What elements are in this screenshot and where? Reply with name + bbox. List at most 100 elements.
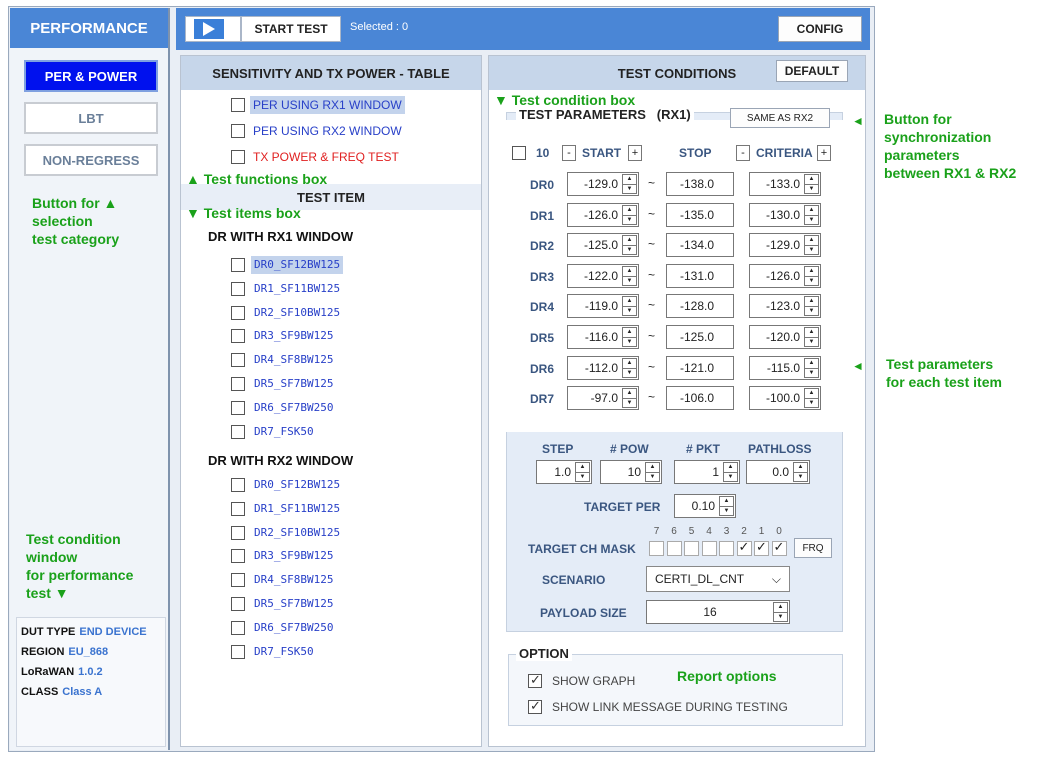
test-item[interactable]: DR1_SF11BW125	[251, 500, 343, 518]
test-item-checkbox[interactable]	[231, 525, 245, 540]
test-item-checkbox[interactable]	[231, 644, 245, 659]
test-item[interactable]: DR3_SF9BW125	[251, 327, 336, 345]
test-item-checkbox[interactable]	[231, 281, 245, 296]
test-item[interactable]: DR5_SF7BW125	[251, 595, 336, 613]
test-item-checkbox[interactable]	[231, 549, 245, 564]
pathloss-input[interactable]: 0.0 ▲ ▼	[746, 460, 810, 484]
test-item[interactable]: DR6_SF7BW250	[251, 399, 336, 417]
test-item[interactable]: DR4_SF8BW125	[251, 351, 336, 369]
test-item-checkbox[interactable]	[231, 573, 245, 588]
target-per-input[interactable]: 0.10 ▲ ▼	[674, 494, 736, 518]
value: -97.0	[590, 391, 618, 406]
start-input[interactable]: -126.0 ▲ ▼	[567, 202, 639, 227]
criteria-input[interactable]: -129.0 ▲ ▼	[749, 233, 821, 258]
criteria-input[interactable]: -130.0 ▲ ▼	[749, 202, 821, 227]
config-button[interactable]: CONFIG	[778, 16, 862, 42]
criteria-input[interactable]: -115.0 ▲ ▼	[749, 355, 821, 380]
start-test-button[interactable]: START TEST	[241, 16, 341, 42]
scenario-select[interactable]: CERTI_DL_CNT ⌵	[646, 566, 790, 592]
test-item[interactable]: DR1_SF11BW125	[251, 280, 343, 298]
category-non-regress-button[interactable]: NON-REGRESS	[24, 144, 158, 176]
criteria-minus-button[interactable]: -	[736, 145, 750, 161]
stop-input[interactable]: -131.0	[666, 263, 734, 288]
mask-bit-checkbox[interactable]	[719, 541, 734, 556]
same-as-rx2-button[interactable]: SAME AS RX2	[730, 108, 830, 128]
start-input[interactable]: -125.0 ▲ ▼	[567, 233, 639, 258]
start-input[interactable]: -112.0 ▲ ▼	[567, 355, 639, 380]
test-item-checkbox[interactable]	[231, 377, 245, 391]
pow-input[interactable]: 10 ▲ ▼	[600, 460, 662, 484]
start-input[interactable]: -97.0 ▲ ▼	[567, 386, 639, 411]
mask-bit-checkbox[interactable]	[736, 539, 752, 556]
play-button[interactable]	[185, 16, 241, 42]
stop-input[interactable]: -106.0	[666, 386, 734, 411]
test-item[interactable]: DR6_SF7BW250	[251, 619, 336, 637]
test-item[interactable]: DR7_FSK50	[251, 643, 317, 661]
test-item[interactable]: DR7_FSK50	[251, 423, 317, 441]
test-item[interactable]: DR2_SF10BW125	[251, 524, 343, 542]
test-item[interactable]: DR3_SF9BW125	[251, 547, 336, 565]
test-item-checkbox[interactable]	[231, 424, 245, 439]
mask-bit-checkbox[interactable]	[771, 539, 787, 556]
function-per-rx2[interactable]: PER USING RX2 WINDOW	[250, 122, 405, 140]
mask-bit-checkbox[interactable]	[754, 539, 769, 556]
dr-label: DR1	[530, 208, 555, 223]
category-lbt-button[interactable]: LBT	[24, 102, 158, 134]
criteria-input[interactable]: -126.0 ▲ ▼	[749, 263, 821, 288]
criteria-input[interactable]: -133.0 ▲ ▼	[749, 172, 821, 196]
frq-button[interactable]: FRQ	[794, 538, 832, 558]
stop-input[interactable]: -125.0	[666, 325, 734, 349]
chevron-down-icon: ⌵	[771, 571, 781, 586]
criteria-input[interactable]: -120.0 ▲ ▼	[749, 325, 821, 349]
show-link-checkbox[interactable]	[528, 698, 542, 714]
test-item-checkbox[interactable]	[231, 478, 245, 492]
criteria-input[interactable]: -123.0 ▲ ▼	[749, 294, 821, 319]
test-item-checkbox[interactable]	[231, 501, 245, 516]
criteria-input[interactable]: -100.0 ▲ ▼	[749, 386, 821, 411]
start-input[interactable]: -116.0 ▲ ▼	[567, 325, 639, 349]
test-item[interactable]: DR2_SF10BW125	[251, 304, 343, 322]
stop-input[interactable]: -134.0	[666, 233, 734, 258]
test-item[interactable]: DR4_SF8BW125	[251, 571, 336, 589]
step-input[interactable]: 1.0 ▲ ▼	[536, 460, 592, 484]
stop-input[interactable]: -138.0	[666, 172, 734, 196]
stop-input[interactable]: -121.0	[666, 355, 734, 380]
start-input[interactable]: -122.0 ▲ ▼	[567, 263, 639, 288]
value: -115.0	[766, 360, 800, 375]
test-item-checkbox[interactable]	[231, 258, 245, 272]
mask-bit-checkbox[interactable]	[701, 541, 717, 556]
test-item[interactable]: DR5_SF7BW125	[251, 375, 336, 393]
start-plus-button[interactable]: +	[628, 145, 642, 161]
test-item-checkbox[interactable]	[231, 353, 245, 368]
function-tx-power[interactable]: TX POWER & FREQ TEST	[250, 148, 402, 166]
category-per-power-button[interactable]: PER & POWER	[24, 60, 158, 92]
function-per-rx1[interactable]: PER USING RX1 WINDOW	[250, 96, 405, 114]
stop-input[interactable]: -128.0	[666, 294, 734, 319]
test-item-checkbox[interactable]	[231, 620, 245, 635]
start-minus-button[interactable]: -	[562, 145, 576, 161]
default-button[interactable]: DEFAULT	[776, 60, 848, 82]
note-line: window	[26, 549, 78, 565]
mask-bit-checkbox[interactable]	[649, 541, 664, 556]
start-input[interactable]: -129.0 ▲ ▼	[567, 172, 639, 196]
show-graph-checkbox[interactable]	[528, 672, 542, 688]
stop-input[interactable]: -135.0	[666, 202, 734, 227]
mask-bit-checkbox[interactable]	[666, 541, 682, 556]
criteria-plus-button[interactable]: +	[817, 145, 831, 161]
dr-label: DR4	[530, 300, 555, 315]
option-box	[508, 654, 843, 726]
test-item-checkbox[interactable]	[231, 400, 245, 415]
test-item-checkbox[interactable]	[231, 597, 245, 611]
test-item[interactable]: DR0_SF12BW125	[251, 476, 343, 494]
function-checkbox[interactable]	[231, 150, 245, 164]
test-item[interactable]: DR0_SF12BW125	[251, 256, 344, 274]
function-checkbox[interactable]	[231, 98, 245, 112]
start-input[interactable]: -119.0 ▲ ▼	[567, 294, 639, 319]
payload-input[interactable]: 16 ▲ ▼	[646, 600, 790, 624]
select-all-checkbox[interactable]	[512, 146, 526, 160]
mask-bit-checkbox[interactable]	[684, 541, 699, 556]
test-item-checkbox[interactable]	[231, 329, 245, 344]
test-item-checkbox[interactable]	[231, 305, 245, 320]
pkt-input[interactable]: 1 ▲ ▼	[674, 460, 740, 484]
function-checkbox[interactable]	[231, 124, 245, 138]
